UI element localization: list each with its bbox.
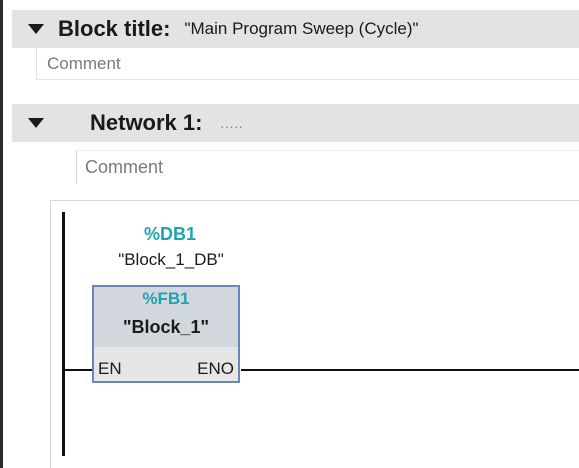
block-title-value[interactable]: "Main Program Sweep (Cycle)": [184, 19, 418, 39]
program-editor: Block title: "Main Program Sweep (Cycle)…: [0, 0, 579, 468]
rung-wire-left[interactable]: [64, 369, 94, 371]
function-block-name: "Block_1": [122, 317, 210, 337]
block-title-label: Block title:: [58, 16, 171, 41]
editor-left-border: [0, 0, 3, 468]
collapse-triangle-icon[interactable]: [28, 118, 44, 128]
block-comment-field[interactable]: Comment: [36, 48, 579, 80]
instance-db-address[interactable]: %DB1: [120, 224, 220, 245]
function-block-address: %FB1: [142, 289, 190, 308]
rung-wire-right[interactable]: [241, 369, 579, 371]
network-label: Network 1:: [90, 110, 203, 135]
function-block-box[interactable]: %FB1 "Block_1" EN ENO: [92, 285, 240, 383]
instance-db-name[interactable]: "Block_1_DB": [86, 250, 256, 270]
en-pin-label[interactable]: EN: [98, 359, 122, 379]
block-title-header[interactable]: Block title: "Main Program Sweep (Cycle)…: [12, 10, 579, 48]
network-comment-field[interactable]: Comment: [76, 150, 579, 184]
network-header[interactable]: Network 1: .....: [12, 104, 579, 142]
left-power-rail: [62, 212, 65, 456]
collapse-triangle-icon[interactable]: [28, 24, 44, 34]
network-title-field[interactable]: .....: [220, 116, 243, 131]
eno-pin-label[interactable]: ENO: [197, 359, 234, 379]
